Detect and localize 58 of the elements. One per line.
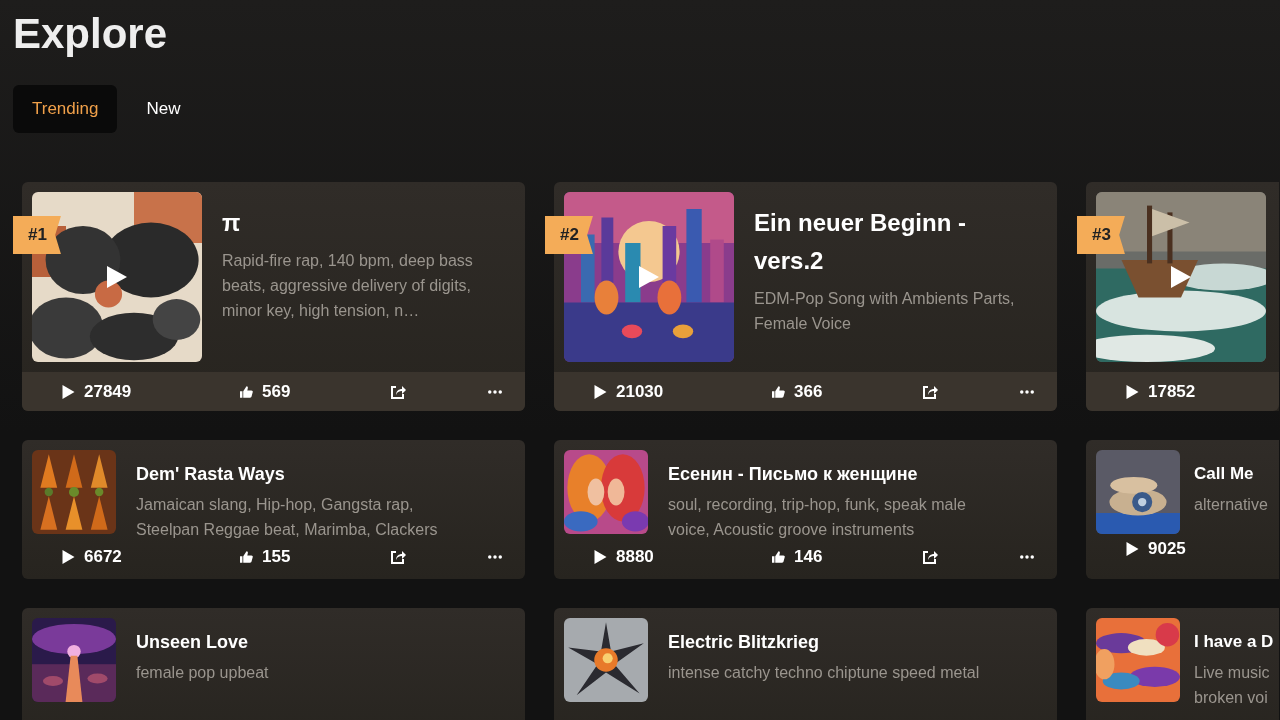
more-icon[interactable] <box>1020 389 1034 394</box>
tab[interactable]: New <box>123 85 204 133</box>
song-title[interactable]: Ein neuer Beginn - vers.2 <box>754 204 1019 280</box>
play-icon[interactable] <box>639 266 659 288</box>
thumbs-up-icon[interactable] <box>772 384 785 399</box>
play-icon[interactable] <box>62 384 75 399</box>
song-description: Rapid-fire rap, 140 bpm, deep bass beats, aggressive delivery of digits, minor key, high tension, n… <box>222 251 474 321</box>
rank-badge: #3 <box>1077 216 1125 254</box>
thumbs-up-icon[interactable] <box>240 384 253 399</box>
more-icon[interactable] <box>1020 554 1034 559</box>
more-icon[interactable] <box>488 554 502 559</box>
song-card[interactable]: Unseen Love female pop upbeat <box>22 608 525 720</box>
play-icon[interactable] <box>594 384 607 399</box>
play-count: 9025 <box>1148 538 1186 559</box>
song-description: alternative <box>1194 495 1269 515</box>
song-card[interactable]: Call Me alternative 9025 <box>1086 440 1279 579</box>
song-title[interactable]: Electric Blitzkrieg <box>668 630 998 654</box>
song-title[interactable]: Dem' Rasta Ways <box>136 462 466 486</box>
rank-badge: #1 <box>13 216 61 254</box>
tab[interactable]: Trending <box>13 85 118 133</box>
play-icon[interactable] <box>107 266 127 288</box>
play-count: 8880 <box>616 546 654 567</box>
share-icon[interactable] <box>922 548 938 565</box>
play-count: 21030 <box>616 381 664 402</box>
share-icon[interactable] <box>390 383 406 400</box>
like-count: 366 <box>794 381 823 402</box>
song-title[interactable]: Unseen Love <box>136 630 466 654</box>
thumbs-up-icon[interactable] <box>240 549 253 564</box>
song-description: Live music broken voi <box>1194 663 1271 708</box>
song-description: female pop upbeat <box>136 663 270 683</box>
song-card[interactable]: Electric Blitzkrieg intense catchy techno chiptune speed metal <box>554 608 1057 720</box>
like-count: 146 <box>794 546 823 567</box>
play-icon[interactable] <box>1171 266 1191 288</box>
song-description: Jamaican slang, Hip-hop, Gangsta rap, Steelpan Reggae beat, Marimba, Clackers <box>136 495 439 540</box>
thumbs-up-icon[interactable] <box>772 549 785 564</box>
song-description: soul, recording, trip-hop, funk, speak male voice, Acoustic groove instruments <box>668 495 967 540</box>
play-icon[interactable] <box>594 549 607 564</box>
share-icon[interactable] <box>922 383 938 400</box>
song-card[interactable]: I have a D Live music broken voi <box>1086 608 1279 720</box>
page-title: Explore <box>13 9 169 59</box>
play-icon[interactable] <box>62 549 75 564</box>
play-icon[interactable] <box>1126 541 1139 556</box>
song-title[interactable]: Есенин - Письмо к женщине <box>668 462 998 486</box>
song-title[interactable]: Call Me <box>1194 462 1269 486</box>
song-title[interactable]: π <box>222 204 487 242</box>
song-description: intense catchy techno chiptune speed metal <box>668 663 981 683</box>
like-count: 569 <box>262 381 291 402</box>
rank-badge: #2 <box>545 216 593 254</box>
share-icon[interactable] <box>390 548 406 565</box>
play-count: 27849 <box>84 381 132 402</box>
like-count: 155 <box>262 546 291 567</box>
song-card[interactable]: Есенин - Письмо к женщине soul, recording, trip-hop, funk, speak male voice, Acoustic groove instruments 8880 146 <box>554 440 1057 579</box>
play-count: 6672 <box>84 546 122 567</box>
play-count: 17852 <box>1148 381 1196 402</box>
song-card[interactable]: Dem' Rasta Ways Jamaican slang, Hip-hop, Gangsta rap, Steelpan Reggae beat, Marimba, Clackers 6672 155 <box>22 440 525 579</box>
more-icon[interactable] <box>488 389 502 394</box>
play-icon[interactable] <box>1126 384 1139 399</box>
song-description: EDM-Pop Song with Ambients Parts, Female Voice <box>754 289 1016 334</box>
